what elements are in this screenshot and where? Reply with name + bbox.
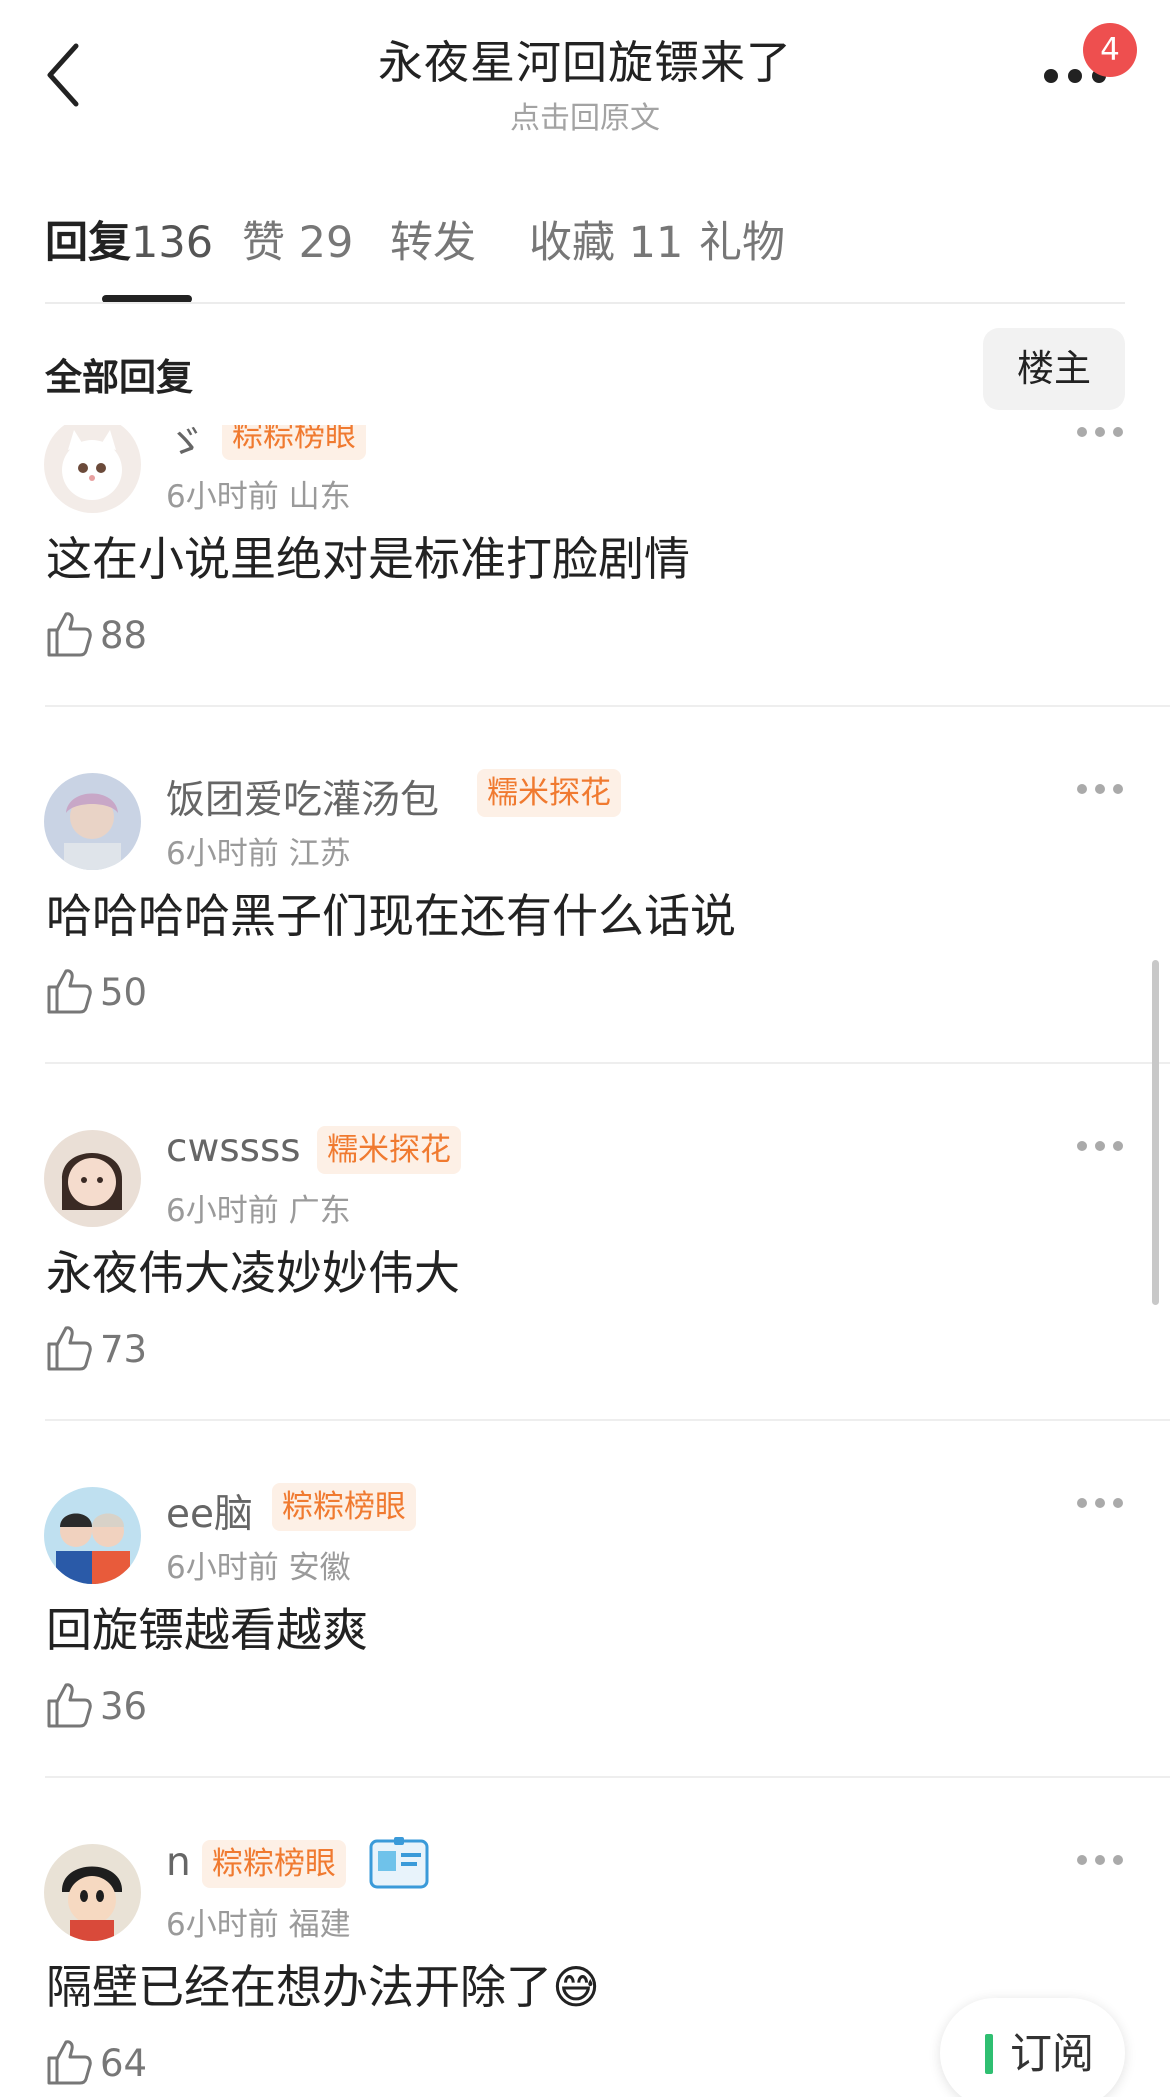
comment-item: 饭团爱吃灌汤包 糯米探花 6小时前 江苏 哈哈哈哈黑子们现在还有什么话说 50 xyxy=(0,707,1170,1064)
username[interactable]: cwssss xyxy=(166,1126,301,1171)
comment-time: 6小时前 xyxy=(166,479,279,515)
comment-time: 6小时前 xyxy=(166,1907,279,1943)
comment-text: 隔壁已经在想办法开除了😅 xyxy=(46,1960,600,2014)
comment-location: 福建 xyxy=(288,1907,351,1943)
like-count: 64 xyxy=(100,2042,148,2085)
tab-reposts[interactable]: 转发 xyxy=(390,208,476,270)
avatar[interactable] xyxy=(44,1844,141,1941)
thumbs-up-icon xyxy=(47,612,92,657)
tab-label: 回复 xyxy=(45,218,131,268)
rank-tag: 粽粽榜眼 xyxy=(222,425,366,460)
comment-meta: 6小时前 山东 xyxy=(166,471,351,516)
tab-count: 29 xyxy=(298,218,354,268)
id-card-badge-icon xyxy=(368,1835,430,1895)
back-to-original-link[interactable]: 点击回原文 xyxy=(0,93,1170,137)
scrollbar[interactable] xyxy=(1152,960,1159,1305)
comment-time: 6小时前 xyxy=(166,1550,279,1586)
username[interactable]: n xyxy=(166,1840,191,1885)
divider xyxy=(45,302,1125,304)
comment-meta: 6小时前 江苏 xyxy=(166,828,351,873)
rank-tag: 糯米探花 xyxy=(477,769,621,817)
comment-more-icon[interactable] xyxy=(1077,779,1123,799)
tab-count: 136 xyxy=(131,218,214,268)
thumbs-up-icon xyxy=(47,1683,92,1728)
comment-text: 回旋镖越看越爽 xyxy=(46,1603,368,1657)
tab-label: 收藏 xyxy=(529,218,615,268)
comment-more-icon[interactable] xyxy=(1077,1136,1123,1156)
tab-likes[interactable]: 赞 29 xyxy=(242,208,353,270)
avatar[interactable] xyxy=(44,425,141,513)
username[interactable]: ゞ xyxy=(166,425,205,468)
comment-list: ゞ 粽粽榜眼 6小时前 山东 这在小说里绝对是标准打脸剧情 88 饭团爱吃灌汤包… xyxy=(0,425,1170,2097)
comment-more-icon[interactable] xyxy=(1077,425,1123,442)
avatar[interactable] xyxy=(44,773,141,870)
comment-location: 广东 xyxy=(288,1193,351,1229)
comment-item: cwssss 糯米探花 6小时前 广东 永夜伟大凌妙妙伟大 73 xyxy=(0,1064,1170,1421)
comment-text: 这在小说里绝对是标准打脸剧情 xyxy=(46,532,690,586)
comment-item: ゞ 粽粽榜眼 6小时前 山东 这在小说里绝对是标准打脸剧情 88 xyxy=(0,425,1170,707)
tab-label: 转发 xyxy=(390,218,476,268)
subscribe-floating-button[interactable]: 订阅 xyxy=(940,1998,1125,2097)
avatar[interactable] xyxy=(44,1487,141,1584)
like-count: 88 xyxy=(100,614,148,657)
comment-meta: 6小时前 广东 xyxy=(166,1185,351,1230)
username[interactable]: 饭团爱吃灌汤包 xyxy=(166,769,439,825)
subscribe-icon xyxy=(985,2034,993,2074)
comment-location: 安徽 xyxy=(288,1550,351,1586)
rank-tag: 糯米探花 xyxy=(317,1126,461,1174)
like-count: 50 xyxy=(100,971,148,1014)
comment-text: 永夜伟大凌妙妙伟大 xyxy=(46,1246,460,1300)
tab-bar: 回复136 赞 29 转发 收藏 11 礼物 xyxy=(0,190,1170,305)
thumbs-up-icon xyxy=(47,2040,92,2085)
comment-item: ee脑 粽粽榜眼 6小时前 安徽 回旋镖越看越爽 36 xyxy=(0,1421,1170,1778)
rank-tag: 粽粽榜眼 xyxy=(202,1840,346,1888)
comment-more-icon[interactable] xyxy=(1077,1493,1123,1513)
comment-location: 江苏 xyxy=(288,836,351,872)
subscribe-label: 订阅 xyxy=(1010,2029,1095,2078)
comment-text: 哈哈哈哈黑子们现在还有什么话说 xyxy=(46,889,736,943)
filter-owner-button[interactable]: 楼主 xyxy=(983,328,1125,410)
comment-more-icon[interactable] xyxy=(1077,1850,1123,1870)
like-count: 73 xyxy=(100,1328,148,1371)
comment-time: 6小时前 xyxy=(166,1193,279,1229)
comment-location: 山东 xyxy=(288,479,351,515)
thumbs-up-icon xyxy=(47,1326,92,1371)
username[interactable]: ee脑 xyxy=(166,1483,253,1539)
tab-favorites[interactable]: 收藏 11 xyxy=(529,208,683,270)
title-block[interactable]: 永夜星河回旋镖来了 点击回原文 xyxy=(0,26,1170,137)
tab-replies[interactable]: 回复136 xyxy=(45,208,213,270)
page-title: 永夜星河回旋镖来了 xyxy=(377,36,792,89)
avatar[interactable] xyxy=(44,1130,141,1227)
comment-meta: 6小时前 安徽 xyxy=(166,1542,351,1587)
rank-tag: 粽粽榜眼 xyxy=(272,1483,416,1531)
tab-gifts[interactable]: 礼物 xyxy=(699,208,785,270)
notification-badge: 4 xyxy=(1083,23,1137,77)
like-count: 36 xyxy=(100,1685,148,1728)
comment-meta: 6小时前 福建 xyxy=(166,1899,351,1944)
thumbs-up-icon xyxy=(47,969,92,1014)
tab-label: 赞 xyxy=(242,218,285,268)
tab-label: 礼物 xyxy=(699,218,785,268)
top-bar: 永夜星河回旋镖来了 点击回原文 4 xyxy=(0,0,1170,150)
comment-time: 6小时前 xyxy=(166,836,279,872)
section-title: 全部回复 xyxy=(45,356,193,399)
tab-count: 11 xyxy=(628,218,684,268)
